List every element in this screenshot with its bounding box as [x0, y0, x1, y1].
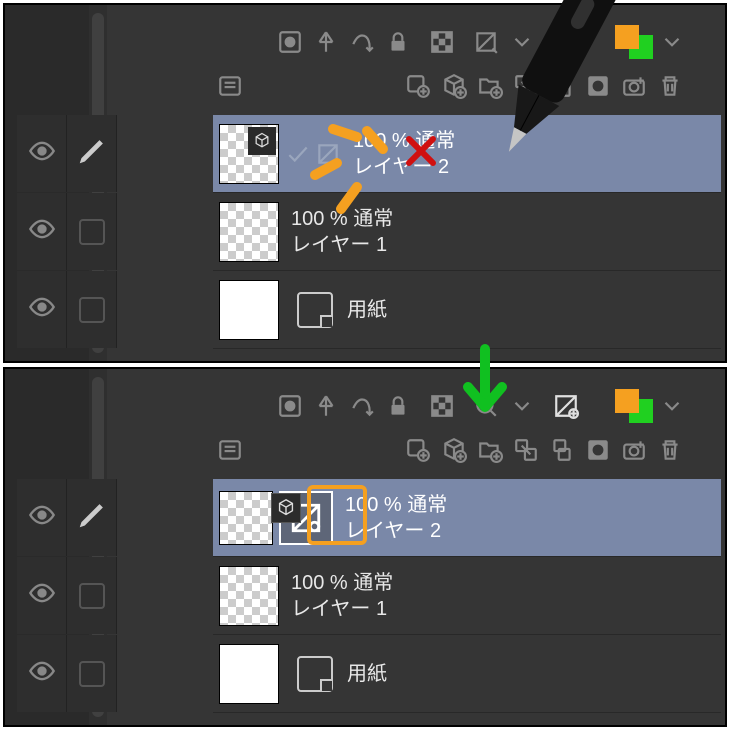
icon-panel-menu[interactable] — [213, 433, 247, 467]
icon-effect[interactable] — [345, 389, 379, 423]
color-swatch[interactable] — [615, 25, 653, 59]
icon-new-layer[interactable] — [401, 433, 435, 467]
color-swatch[interactable] — [615, 389, 653, 423]
layer-name: レイヤー 2 — [353, 154, 455, 180]
lock-indicator[interactable] — [79, 219, 105, 245]
icon-panel-menu[interactable] — [213, 69, 247, 103]
icon-merge[interactable] — [545, 69, 579, 103]
layer-toolbar-2 — [213, 431, 687, 469]
thumb-3d-badge-icon — [271, 493, 301, 523]
icon-transfer-down[interactable] — [509, 433, 543, 467]
layer-thumbnail[interactable] — [219, 202, 279, 262]
layer-label: 100 % 通常 レイヤー 2 — [353, 128, 455, 180]
icon-merge[interactable] — [545, 433, 579, 467]
layer-toolbar-2 — [213, 67, 687, 105]
icon-lock[interactable] — [381, 25, 415, 59]
layer-panel-before: 100 % 通常 レイヤー 2 100 % 通常 レイヤー 1 用紙 — [3, 3, 727, 363]
paper-type-icon — [297, 292, 333, 328]
chevron-down-icon[interactable] — [505, 25, 539, 59]
layer-name: レイヤー 2 — [345, 518, 447, 544]
icon-trash[interactable] — [653, 433, 687, 467]
icon-new-3d[interactable] — [437, 69, 471, 103]
layer-opacity: 100 % 通常 — [353, 128, 455, 154]
icon-camera[interactable] — [617, 69, 651, 103]
icon-transfer-down[interactable] — [509, 69, 543, 103]
layer-label: 100 % 通常 レイヤー 2 — [345, 492, 447, 544]
icon-ruler[interactable] — [309, 389, 343, 423]
chevron-down-icon[interactable] — [655, 25, 689, 59]
layer-toolbar-1 — [273, 23, 689, 61]
icon-layer-mask[interactable] — [273, 389, 307, 423]
layer-label: 100 % 通常 レイヤー 1 — [291, 206, 393, 258]
layer-opacity: 100 % 通常 — [291, 570, 393, 596]
icon-mask-apply[interactable] — [581, 69, 615, 103]
layer-row-2[interactable]: 100 % 通常 レイヤー 2 — [213, 115, 721, 193]
ruler-small-icon — [315, 141, 341, 167]
icon-new-layer[interactable] — [401, 69, 435, 103]
layer-thumbnail[interactable] — [219, 644, 279, 704]
icon-new-folder[interactable] — [473, 433, 507, 467]
layer-opacity: 100 % 通常 — [345, 492, 447, 518]
layer-toolbar-1 — [273, 387, 689, 425]
layer-name: レイヤー 1 — [291, 596, 393, 622]
icon-mask-apply[interactable] — [581, 433, 615, 467]
fg-color — [615, 389, 639, 413]
icon-trash[interactable] — [653, 69, 687, 103]
layer-label: 100 % 通常 レイヤー 1 — [291, 570, 393, 622]
visibility-icon[interactable] — [28, 215, 56, 248]
lock-indicator[interactable] — [79, 297, 105, 323]
layer-thumbnail[interactable] — [219, 491, 273, 545]
visibility-icon[interactable] — [28, 293, 56, 326]
checkmark-icon — [285, 141, 311, 167]
paper-type-icon — [297, 656, 333, 692]
layer-thumbnail[interactable] — [219, 124, 279, 184]
fg-color — [615, 25, 639, 49]
chevron-down-icon[interactable] — [655, 389, 689, 423]
icon-new-folder[interactable] — [473, 69, 507, 103]
icon-checker[interactable] — [425, 25, 459, 59]
layer-row-paper[interactable]: 用紙 — [213, 635, 721, 713]
layer-thumbnail[interactable] — [219, 566, 279, 626]
visibility-icon[interactable] — [28, 501, 56, 534]
lock-indicator[interactable] — [79, 583, 105, 609]
visibility-icon[interactable] — [28, 137, 56, 170]
layer-label: 用紙 — [347, 661, 387, 687]
layer-label: 用紙 — [347, 297, 387, 323]
icon-effect[interactable] — [345, 25, 379, 59]
icon-reference[interactable] — [549, 25, 583, 59]
icon-ruler[interactable] — [309, 25, 343, 59]
icon-checker[interactable] — [425, 389, 459, 423]
icon-new-3d[interactable] — [437, 433, 471, 467]
icon-reference-reset[interactable] — [469, 389, 503, 423]
thumb-3d-badge-icon — [248, 127, 276, 155]
edit-indicator-icon — [77, 136, 107, 171]
layer-panel-after: 100 % 通常 レイヤー 2 100 % 通常 レイヤー 1 用紙 — [3, 367, 727, 727]
chevron-down-icon[interactable] — [505, 389, 539, 423]
layer-name: 用紙 — [347, 297, 387, 323]
icon-camera[interactable] — [617, 433, 651, 467]
layer-row-paper[interactable]: 用紙 — [213, 271, 721, 349]
icon-reference-toggle[interactable] — [469, 25, 503, 59]
layers-list: 100 % 通常 レイヤー 2 100 % 通常 レイヤー 1 用紙 — [213, 479, 721, 713]
layer-thumbnail[interactable] — [219, 280, 279, 340]
lock-indicator[interactable] — [79, 661, 105, 687]
icon-layer-mask[interactable] — [273, 25, 307, 59]
icon-reference[interactable] — [549, 389, 583, 423]
visibility-icon[interactable] — [28, 657, 56, 690]
layer-name: レイヤー 1 — [291, 232, 393, 258]
visibility-icon[interactable] — [28, 579, 56, 612]
layer-opacity: 100 % 通常 — [291, 206, 393, 232]
layers-list: 100 % 通常 レイヤー 2 100 % 通常 レイヤー 1 用紙 — [213, 115, 721, 349]
layer-name: 用紙 — [347, 661, 387, 687]
layer-row-1[interactable]: 100 % 通常 レイヤー 1 — [213, 193, 721, 271]
edit-indicator-icon — [77, 500, 107, 535]
layer-status-icons — [285, 141, 341, 167]
icon-lock[interactable] — [381, 389, 415, 423]
layer-row-2[interactable]: 100 % 通常 レイヤー 2 — [213, 479, 721, 557]
layer-row-1[interactable]: 100 % 通常 レイヤー 1 — [213, 557, 721, 635]
